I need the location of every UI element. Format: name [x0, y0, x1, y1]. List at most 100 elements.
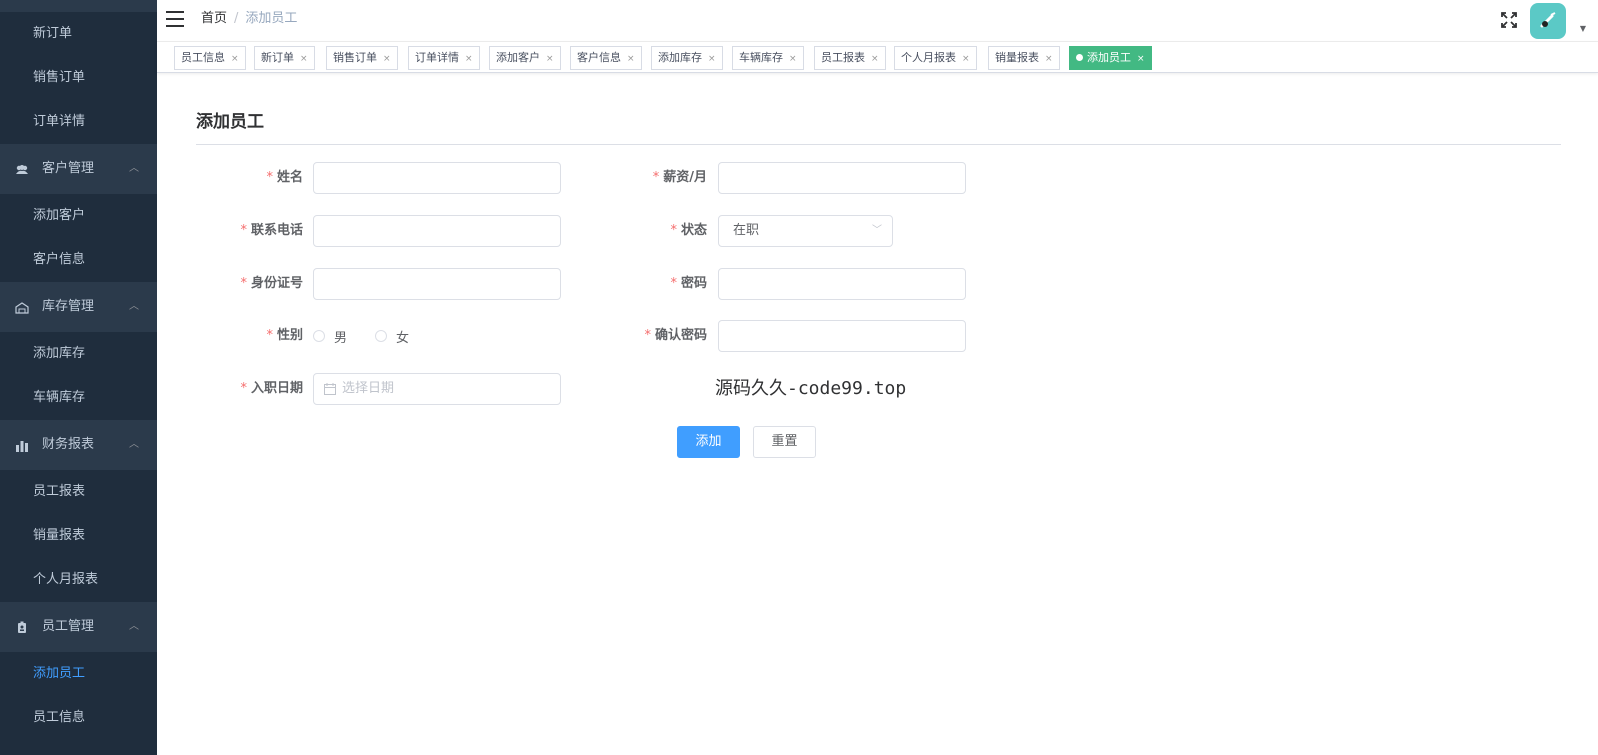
- hamburger-menu-icon[interactable]: [166, 11, 184, 27]
- breadcrumb-current: 添加员工: [245, 11, 298, 26]
- tag-employee-report[interactable]: 员工报表 ×: [814, 46, 886, 70]
- id-number-input[interactable]: [313, 268, 561, 300]
- sidebar-item-employee-report[interactable]: 员工报表: [0, 470, 157, 514]
- radio-circle[interactable]: [313, 330, 325, 342]
- label-text: 薪资/月: [663, 170, 707, 185]
- hire-date-picker[interactable]: 选择日期: [313, 373, 561, 405]
- tag-add-inventory[interactable]: 添加库存 ×: [651, 46, 723, 70]
- tag-monthly-report[interactable]: 个人月报表 ×: [894, 46, 977, 70]
- tag-sales-report[interactable]: 销量报表 ×: [988, 46, 1060, 70]
- id-number-label: * 身份证号: [196, 268, 303, 300]
- close-icon[interactable]: ×: [1045, 54, 1053, 64]
- sidebar-top-strip: [0, 0, 157, 12]
- salary-label: * 薪资/月: [600, 162, 707, 194]
- label-text: 密码: [680, 276, 707, 291]
- sidebar-item-add-inventory[interactable]: 添加库存: [0, 332, 157, 376]
- tag-employee-info[interactable]: 员工信息 ×: [174, 46, 246, 70]
- tag-label: 添加员工: [1087, 51, 1131, 64]
- close-icon[interactable]: ×: [546, 54, 554, 64]
- sidebar-item-vehicle-inventory[interactable]: 车辆库存: [0, 376, 157, 420]
- top-navbar: 首页 / 添加员工 ▼: [157, 0, 1598, 42]
- close-icon[interactable]: ×: [871, 54, 879, 64]
- label-text: 身份证号: [250, 276, 303, 291]
- tag-label: 销售订单: [333, 51, 377, 64]
- sidebar-group-customer[interactable]: 客户管理 ︿: [0, 144, 157, 194]
- label-text: 姓名: [276, 170, 303, 185]
- tag-add-employee[interactable]: 添加员工 ×: [1069, 46, 1152, 70]
- confirm-password-input[interactable]: [718, 320, 966, 352]
- tag-label: 客户信息: [577, 51, 621, 64]
- required-mark: *: [670, 223, 677, 238]
- sidebar: 新订单 销售订单 订单详情 客户管理 ︿ 添加客户 客户信息 库存管理 ︿ 添加…: [0, 0, 157, 755]
- tag-order-detail[interactable]: 订单详情 ×: [408, 46, 480, 70]
- name-input[interactable]: [313, 162, 561, 194]
- required-mark: *: [670, 276, 677, 291]
- sidebar-group-inventory[interactable]: 库存管理 ︿: [0, 282, 157, 332]
- sidebar-item-customer-info[interactable]: 客户信息: [0, 238, 157, 282]
- close-icon[interactable]: ×: [1137, 54, 1145, 64]
- watermark-text: 源码久久-code99.top: [715, 378, 907, 399]
- close-icon[interactable]: ×: [708, 54, 716, 64]
- phone-label: * 联系电话: [196, 215, 303, 247]
- reset-button[interactable]: 重置: [753, 426, 816, 458]
- tag-label: 订单详情: [415, 51, 459, 64]
- sidebar-group-label: 库存管理: [42, 299, 95, 314]
- password-input[interactable]: [718, 268, 966, 300]
- status-label: * 状态: [600, 215, 707, 247]
- users-icon: [14, 144, 30, 194]
- fullscreen-icon[interactable]: [1500, 11, 1518, 29]
- password-label: * 密码: [600, 268, 707, 300]
- close-icon[interactable]: ×: [627, 54, 635, 64]
- chevron-up-icon: ︿: [129, 163, 139, 174]
- page-title: 添加员工: [196, 112, 264, 132]
- avatar[interactable]: [1530, 3, 1566, 39]
- close-icon[interactable]: ×: [465, 54, 473, 64]
- divider: [196, 144, 1561, 145]
- sidebar-item-employee-info[interactable]: 员工信息: [0, 696, 157, 740]
- radio-label: 女: [396, 330, 410, 346]
- caret-down-icon[interactable]: ▼: [1580, 24, 1586, 33]
- add-button[interactable]: 添加: [677, 426, 740, 458]
- hire-date-label: * 入职日期: [196, 373, 303, 405]
- close-icon[interactable]: ×: [383, 54, 391, 64]
- gender-radio-female[interactable]: 女: [375, 320, 409, 352]
- salary-input[interactable]: [718, 162, 966, 194]
- required-mark: *: [240, 223, 247, 238]
- warehouse-icon: [14, 282, 30, 332]
- status-select[interactable]: 在职 ﹀: [718, 215, 893, 247]
- tag-label: 员工报表: [821, 51, 865, 64]
- tag-new-order[interactable]: 新订单 ×: [254, 46, 315, 70]
- sidebar-item-monthly-report[interactable]: 个人月报表: [0, 558, 157, 602]
- date-placeholder: 选择日期: [342, 381, 395, 396]
- sidebar-group-finance[interactable]: 财务报表 ︿: [0, 420, 157, 470]
- sidebar-item-add-employee[interactable]: 添加员工: [0, 652, 157, 696]
- breadcrumb-home[interactable]: 首页: [201, 11, 227, 26]
- required-mark: *: [652, 170, 660, 185]
- chevron-up-icon: ︿: [129, 439, 139, 450]
- tag-add-customer[interactable]: 添加客户 ×: [489, 46, 561, 70]
- badge-icon: [14, 602, 30, 652]
- radio-circle[interactable]: [375, 330, 387, 342]
- sidebar-item-order-detail[interactable]: 订单详情: [0, 100, 157, 144]
- chevron-down-icon: ﹀: [872, 225, 882, 236]
- close-icon[interactable]: ×: [962, 54, 970, 64]
- tag-sales-order[interactable]: 销售订单 ×: [326, 46, 398, 70]
- required-mark: *: [644, 328, 651, 343]
- close-icon[interactable]: ×: [300, 54, 308, 64]
- close-icon[interactable]: ×: [231, 54, 239, 64]
- required-mark: *: [266, 328, 273, 343]
- sidebar-item-add-customer[interactable]: 添加客户: [0, 194, 157, 238]
- sidebar-item-new-order[interactable]: 新订单: [0, 12, 157, 56]
- gender-radio-male[interactable]: 男: [313, 320, 347, 352]
- sidebar-item-sales-order[interactable]: 销售订单: [0, 56, 157, 100]
- chevron-up-icon: ︿: [129, 301, 139, 312]
- phone-input[interactable]: [313, 215, 561, 247]
- label-text: 入职日期: [250, 381, 303, 396]
- label-text: 确认密码: [654, 328, 707, 343]
- tag-vehicle-inventory[interactable]: 车辆库存 ×: [732, 46, 804, 70]
- sidebar-item-sales-report[interactable]: 销量报表: [0, 514, 157, 558]
- close-icon[interactable]: ×: [789, 54, 797, 64]
- tag-label: 个人月报表: [901, 51, 956, 64]
- sidebar-group-employee[interactable]: 员工管理 ︿: [0, 602, 157, 652]
- tag-customer-info[interactable]: 客户信息 ×: [570, 46, 642, 70]
